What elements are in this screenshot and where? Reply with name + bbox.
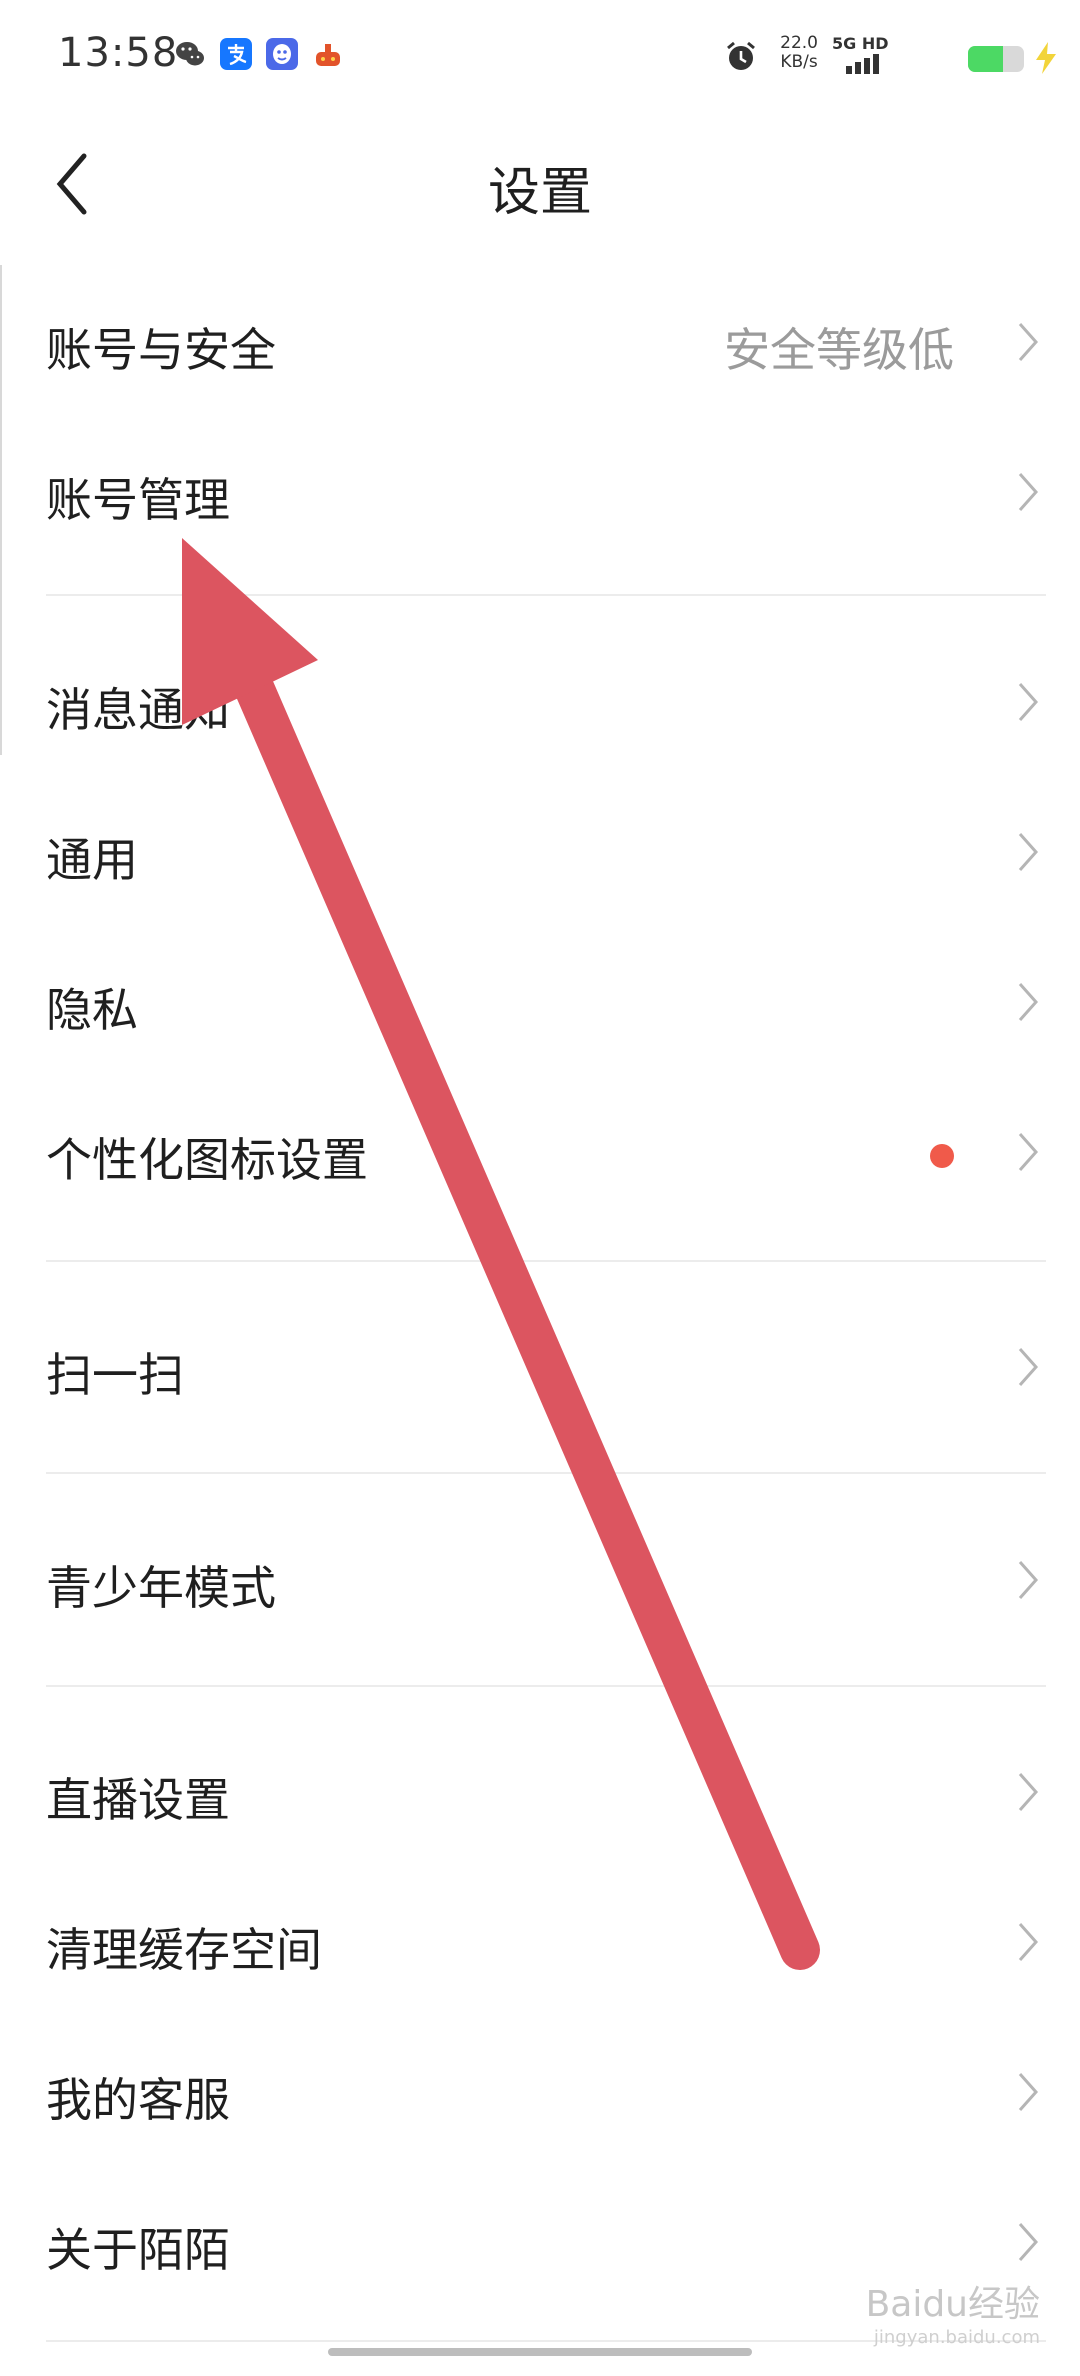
watermark: Baidu经验 jingyan.baidu.com: [865, 2284, 1040, 2348]
section-divider: [46, 594, 1046, 596]
red-dot-badge: [930, 1144, 954, 1168]
section-divider: [46, 1472, 1046, 1474]
chevron-right-icon: [1018, 1133, 1039, 1171]
qq-icon: [266, 38, 298, 70]
chevron-right-icon: [1018, 2073, 1039, 2111]
settings-item-label: 账号管理: [46, 473, 230, 527]
chevron-right-icon: [1018, 833, 1039, 871]
settings-item-scan[interactable]: 扫一扫: [0, 1295, 1080, 1445]
status-time: 13:58: [58, 30, 179, 76]
settings-item-label: 隐私: [46, 983, 138, 1037]
chevron-right-icon: [1018, 1348, 1039, 1386]
settings-item-general[interactable]: 通用: [0, 780, 1080, 930]
page-title: 设置: [487, 163, 592, 223]
settings-item-custom-icon[interactable]: 个性化图标设置: [0, 1080, 1080, 1230]
chevron-right-icon: [1018, 323, 1039, 361]
settings-item-label: 通用: [46, 833, 138, 887]
settings-item-label: 我的客服: [46, 2073, 230, 2127]
settings-item-label: 个性化图标设置: [46, 1133, 368, 1187]
chevron-right-icon: [1018, 2223, 1039, 2261]
alarm-icon: [727, 41, 755, 70]
settings-item-clear-cache[interactable]: 清理缓存空间: [0, 1870, 1080, 2020]
settings-item-label: 消息通知: [46, 683, 230, 737]
top-navigation-bar: 设置: [0, 130, 1080, 240]
chevron-right-icon: [1018, 473, 1039, 511]
settings-item-label: 青少年模式: [46, 1561, 276, 1615]
settings-item-label: 直播设置: [46, 1773, 230, 1827]
chevron-right-icon: [1018, 983, 1039, 1021]
settings-item-live-settings[interactable]: 直播设置: [0, 1720, 1080, 1870]
network-label: 5G HD: [832, 34, 889, 53]
home-indicator[interactable]: [328, 2348, 752, 2356]
charging-icon: [1036, 42, 1056, 74]
settings-item-label: 清理缓存空间: [46, 1923, 322, 1977]
wechat-icon: [176, 42, 204, 66]
settings-item-teen-mode[interactable]: 青少年模式: [0, 1508, 1080, 1658]
section-divider: [46, 1685, 1046, 1687]
section-divider: [46, 1260, 1046, 1262]
chevron-right-icon: [1018, 683, 1039, 721]
game-icon: [316, 44, 340, 66]
battery-icon: [968, 46, 1024, 72]
settings-item-account-security[interactable]: 账号与安全 安全等级低: [0, 270, 1080, 420]
chevron-right-icon: [1018, 1561, 1039, 1599]
settings-item-privacy[interactable]: 隐私: [0, 930, 1080, 1080]
alipay-icon: [220, 38, 252, 70]
settings-item-label: 账号与安全: [46, 323, 276, 377]
security-level-value: 安全等级低: [724, 323, 954, 377]
settings-item-label: 扫一扫: [46, 1348, 184, 1402]
chevron-right-icon: [1018, 1773, 1039, 1811]
status-bar: 13:58 22.0 KB/s 5G HD: [0, 0, 1080, 120]
signal-icon: 5G HD: [830, 34, 892, 76]
settings-item-account-management[interactable]: 账号管理: [0, 420, 1080, 570]
settings-item-label: 关于陌陌: [46, 2223, 230, 2277]
network-speed: 22.0 KB/s: [780, 33, 818, 72]
settings-item-customer-service[interactable]: 我的客服: [0, 2020, 1080, 2170]
settings-item-notifications[interactable]: 消息通知: [0, 630, 1080, 780]
chevron-right-icon: [1018, 1923, 1039, 1961]
